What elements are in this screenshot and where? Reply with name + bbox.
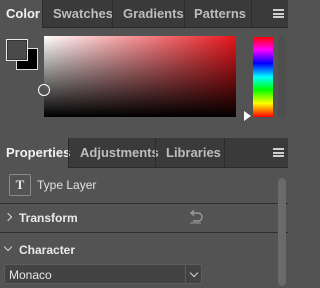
font-family-select[interactable]: Monaco bbox=[4, 264, 202, 284]
font-family-value: Monaco bbox=[9, 268, 52, 282]
character-section-header[interactable]: Character bbox=[0, 236, 276, 264]
hue-slider-marker[interactable] bbox=[244, 111, 251, 121]
tab-divider bbox=[251, 0, 252, 28]
tab-libraries[interactable]: Libraries bbox=[156, 138, 224, 168]
properties-panel-tabbar: Properties Adjustments Libraries bbox=[0, 138, 288, 169]
chevron-right-icon bbox=[3, 212, 13, 222]
section-divider bbox=[0, 232, 288, 233]
tab-color[interactable]: Color bbox=[0, 0, 42, 29]
color-panel-tabbar: Color Swatches Gradients Patterns bbox=[0, 0, 288, 29]
transform-section-header[interactable]: Transform bbox=[0, 204, 276, 232]
type-layer-icon: T bbox=[9, 174, 31, 196]
layer-type-label: Type Layer bbox=[37, 178, 97, 192]
color-panel-scrollbar[interactable] bbox=[278, 36, 286, 118]
tab-properties[interactable]: Properties bbox=[0, 138, 70, 169]
tab-adjustments[interactable]: Adjustments bbox=[69, 138, 159, 168]
panel-menu-icon[interactable] bbox=[273, 148, 284, 157]
tab-patterns[interactable]: Patterns bbox=[185, 0, 251, 28]
tab-gradients[interactable]: Gradients bbox=[113, 0, 184, 28]
chevron-down-icon bbox=[3, 242, 13, 252]
tab-swatches[interactable]: Swatches bbox=[43, 0, 113, 28]
character-section-title: Character bbox=[19, 243, 76, 257]
reset-transform-icon[interactable] bbox=[188, 210, 204, 224]
panel-menu-icon[interactable] bbox=[273, 9, 284, 18]
transform-section-title: Transform bbox=[19, 211, 78, 225]
color-field[interactable] bbox=[44, 36, 236, 117]
chevron-down-icon[interactable] bbox=[185, 265, 201, 283]
tab-divider bbox=[224, 138, 225, 168]
properties-panel-scrollbar[interactable] bbox=[278, 178, 286, 286]
hue-slider[interactable] bbox=[253, 37, 273, 117]
foreground-color-swatch[interactable] bbox=[6, 39, 28, 61]
color-picker-cursor[interactable] bbox=[38, 84, 50, 96]
